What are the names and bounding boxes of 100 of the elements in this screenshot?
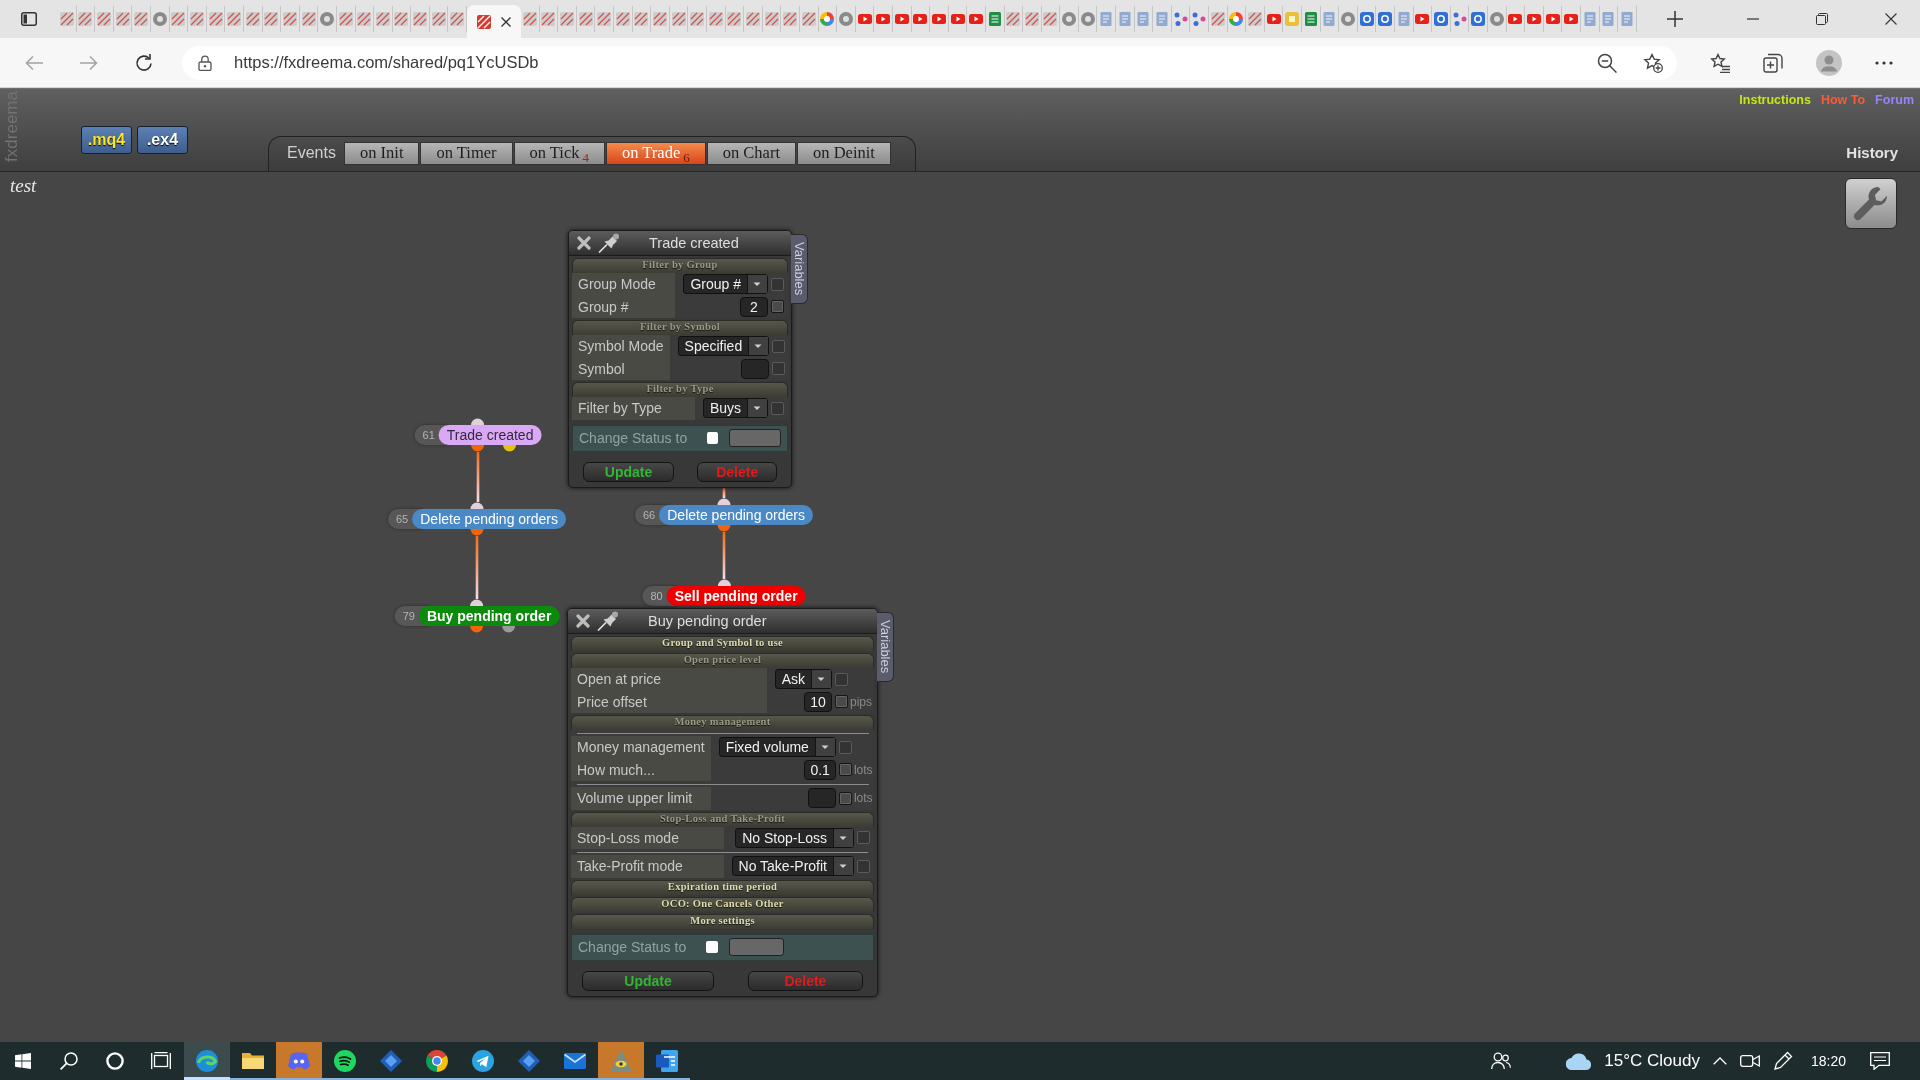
people-icon[interactable] [1491,1052,1512,1070]
browser-tab[interactable] [1264,6,1284,32]
pin-icon[interactable] [598,233,620,253]
browser-tab[interactable] [150,6,170,32]
browser-tab[interactable] [1227,6,1247,32]
browser-tab[interactable] [799,6,819,32]
browser-tab[interactable] [1506,6,1526,32]
close-icon[interactable] [1885,13,1897,25]
browser-tab[interactable] [521,6,540,32]
browser-tab[interactable] [930,6,949,32]
output-port-icon[interactable] [502,626,516,633]
browser-tab[interactable] [707,6,726,32]
plus-icon[interactable] [1666,11,1683,27]
taskbar-button[interactable] [184,1042,230,1080]
browser-tab[interactable] [1060,6,1079,32]
browser-tab[interactable] [967,6,986,32]
browser-tab[interactable] [392,6,412,32]
section-header[interactable]: OCO: One Cancels Other [571,896,874,912]
browser-tab[interactable] [467,5,522,38]
browser-tab[interactable] [225,6,244,32]
event-tab[interactable]: on Init [343,141,420,165]
input-field[interactable] [729,938,785,956]
address-bar[interactable]: https://fxdreema.com/shared/pq1YcUSDb [182,45,1677,80]
input-port-icon[interactable] [717,579,731,586]
avatar-icon[interactable] [1816,49,1842,76]
browser-tab[interactable] [818,6,838,32]
output-port-icon[interactable] [471,445,485,452]
browser-tab[interactable] [1041,6,1061,32]
input-port-icon[interactable] [717,498,731,505]
dropdown[interactable]: Specified [677,336,770,357]
flow-node[interactable]: Trade created [438,425,542,445]
pen-icon[interactable] [1772,1051,1793,1071]
input-port-icon[interactable] [471,418,485,425]
flow-node[interactable]: Buy pending order [418,606,560,626]
search-icon[interactable] [60,1052,78,1070]
browser-tab[interactable] [874,6,893,32]
four-panes-icon[interactable] [15,1053,31,1069]
output-port-icon[interactable] [503,445,517,452]
star-plus-icon[interactable] [1643,52,1663,73]
browser-tab[interactable] [355,6,375,32]
browser-tab[interactable] [169,6,189,32]
browser-tab[interactable] [558,6,577,32]
browser-tab[interactable] [76,6,96,32]
checkbox[interactable] [771,300,784,314]
input-field[interactable]: 0.1 [804,759,836,780]
lock-icon[interactable] [198,54,212,71]
browser-tab[interactable] [632,6,652,32]
flow-node[interactable]: Delete pending orders [412,509,566,529]
input-field[interactable] [807,788,836,809]
section-header[interactable]: More settings [571,913,874,929]
browser-tab[interactable] [614,6,633,32]
star-list-icon[interactable] [1710,52,1730,73]
output-port-icon[interactable] [470,529,484,536]
output-port-icon[interactable] [717,525,731,532]
browser-tab[interactable] [855,6,875,32]
weather-widget[interactable]: 15°C Cloudy [1566,1051,1700,1071]
checkbox[interactable] [707,432,719,444]
browser-tab[interactable] [299,6,319,32]
restore-icon[interactable] [1816,13,1828,25]
squares-plus-icon[interactable] [1763,52,1783,73]
stacked-windows-icon[interactable] [151,1052,171,1070]
event-tab[interactable]: on Timer [420,141,513,165]
browser-tab[interactable] [188,6,207,32]
input-field[interactable] [741,358,770,379]
section-header[interactable]: Group and Symbol to use [571,636,874,651]
section-header[interactable]: Expiration time period [571,879,874,895]
browser-tab[interactable] [243,6,263,32]
browser-tab[interactable] [374,6,393,32]
zoom-out-icon[interactable] [1597,52,1617,73]
browser-tab[interactable] [1302,6,1321,32]
dropdown[interactable]: No Stop-Loss [735,827,854,848]
browser-tab[interactable] [206,6,226,32]
event-tab[interactable]: on Trade $_{6}$ [606,141,706,165]
browser-tab[interactable] [1543,6,1563,32]
dropdown[interactable]: No Take-Profit [731,856,854,877]
side-tab[interactable]: Variables [791,234,808,304]
browser-tab[interactable] [318,6,337,32]
browser-tab[interactable] [95,6,114,32]
dropdown[interactable]: Buys [702,398,768,419]
checkbox[interactable] [835,695,848,709]
close-icon[interactable] [501,16,512,27]
browser-tab[interactable] [892,6,912,32]
close-icon[interactable] [577,236,591,250]
checkbox[interactable] [706,941,719,953]
browser-tab[interactable] [1357,6,1377,32]
browser-tab[interactable] [1525,6,1544,32]
browser-tab[interactable] [762,6,782,32]
event-tab[interactable]: on Deinit [797,141,891,165]
checkbox[interactable] [838,763,852,777]
checkbox[interactable] [838,791,852,805]
browser-tab[interactable] [448,6,468,32]
input-port-icon[interactable] [470,599,484,606]
browser-tab[interactable] [781,6,800,32]
pin-icon[interactable] [597,611,619,631]
browser-tab[interactable] [429,6,449,32]
update-button[interactable]: Update [582,971,715,991]
browser-tab[interactable] [1023,6,1042,32]
browser-tab[interactable] [336,6,356,32]
chevron-up-icon[interactable] [1712,1057,1727,1065]
browser-tab[interactable] [132,6,151,32]
